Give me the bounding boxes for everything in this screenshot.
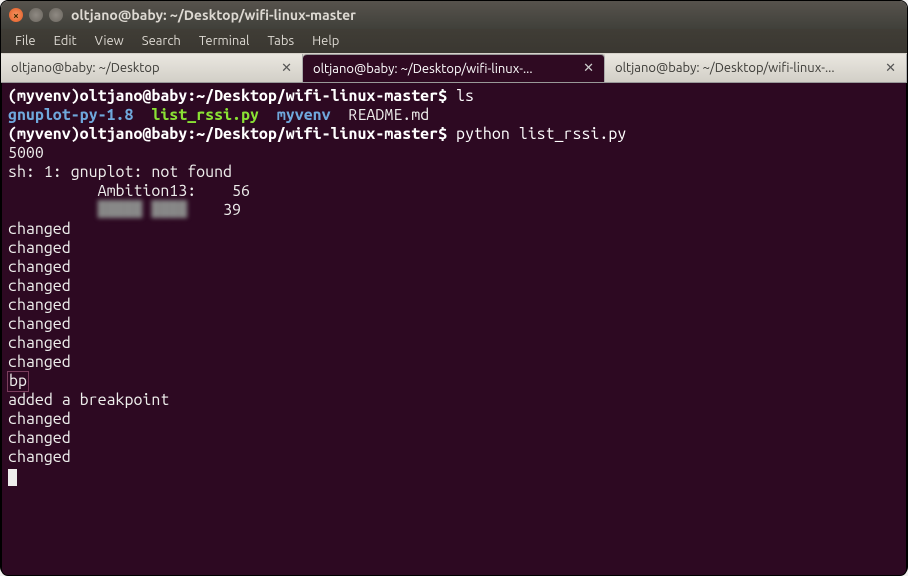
out-changed: changed xyxy=(8,315,71,333)
menu-terminal[interactable]: Terminal xyxy=(191,32,258,50)
close-button[interactable]: × xyxy=(9,8,23,22)
prompt: (myvenv)oltjano@baby:~/Desktop/wifi-linu… xyxy=(8,87,447,105)
out-line: sh: 1: gnuplot: not found xyxy=(8,163,232,181)
titlebar: × oltjano@baby: ~/Desktop/wifi-linux-mas… xyxy=(1,1,907,29)
tab-close-icon[interactable]: ✕ xyxy=(885,61,896,76)
ls-exe: list_rssi.py xyxy=(151,106,259,124)
tab-label: oltjano@baby: ~/Desktop/wifi-linux-... xyxy=(313,62,533,76)
net-name-blurred: █████ ████ xyxy=(98,201,188,219)
net-val: 39 xyxy=(223,201,241,219)
out-line: 5000 xyxy=(8,144,44,162)
tabbar: oltjano@baby: ~/Desktop ✕ oltjano@baby: … xyxy=(1,53,907,83)
tab-label: oltjano@baby: ~/Desktop xyxy=(11,61,160,75)
tab-close-icon[interactable]: ✕ xyxy=(281,61,292,76)
menu-edit[interactable]: Edit xyxy=(46,32,85,50)
out-changed: changed xyxy=(8,410,71,428)
net-name: Ambition13: xyxy=(98,182,197,200)
out-changed: changed xyxy=(8,277,71,295)
menubar: File Edit View Search Terminal Tabs Help xyxy=(1,29,907,53)
ls-file: README.md xyxy=(349,106,430,124)
menu-tabs[interactable]: Tabs xyxy=(259,32,302,50)
out-added-bp: added a breakpoint xyxy=(8,391,169,409)
menu-help[interactable]: Help xyxy=(304,32,347,50)
ls-dir: myvenv xyxy=(277,106,331,124)
out-changed: changed xyxy=(8,334,71,352)
net-val: 56 xyxy=(232,182,250,200)
tab-close-icon[interactable]: ✕ xyxy=(583,61,594,76)
out-changed: changed xyxy=(8,429,71,447)
cmd-ls: ls xyxy=(456,87,474,105)
menu-file[interactable]: File xyxy=(7,32,44,50)
menu-search[interactable]: Search xyxy=(134,32,189,50)
out-changed: changed xyxy=(8,239,71,257)
out-changed: changed xyxy=(8,220,71,238)
terminal-pane[interactable]: (myvenv)oltjano@baby:~/Desktop/wifi-linu… xyxy=(1,83,907,576)
ls-dir: gnuplot-py-1.8 xyxy=(8,106,133,124)
cursor-icon xyxy=(8,469,17,486)
prompt: (myvenv)oltjano@baby:~/Desktop/wifi-linu… xyxy=(8,125,447,143)
out-changed: changed xyxy=(8,258,71,276)
tab-2[interactable]: oltjano@baby: ~/Desktop/wifi-linux-... ✕ xyxy=(605,54,907,82)
input-bp: bp xyxy=(8,372,28,391)
maximize-button[interactable] xyxy=(49,8,63,22)
window-title: oltjano@baby: ~/Desktop/wifi-linux-maste… xyxy=(71,7,356,23)
out-changed: changed xyxy=(8,448,71,466)
minimize-button[interactable] xyxy=(29,8,43,22)
out-changed: changed xyxy=(8,353,71,371)
tab-0[interactable]: oltjano@baby: ~/Desktop ✕ xyxy=(1,54,303,82)
cmd-python: python list_rssi.py xyxy=(456,125,626,143)
out-changed: changed xyxy=(8,296,71,314)
menu-view[interactable]: View xyxy=(87,32,132,50)
window-controls: × xyxy=(9,8,63,22)
tab-1[interactable]: oltjano@baby: ~/Desktop/wifi-linux-... ✕ xyxy=(303,54,605,82)
tab-label: oltjano@baby: ~/Desktop/wifi-linux-... xyxy=(615,61,835,75)
